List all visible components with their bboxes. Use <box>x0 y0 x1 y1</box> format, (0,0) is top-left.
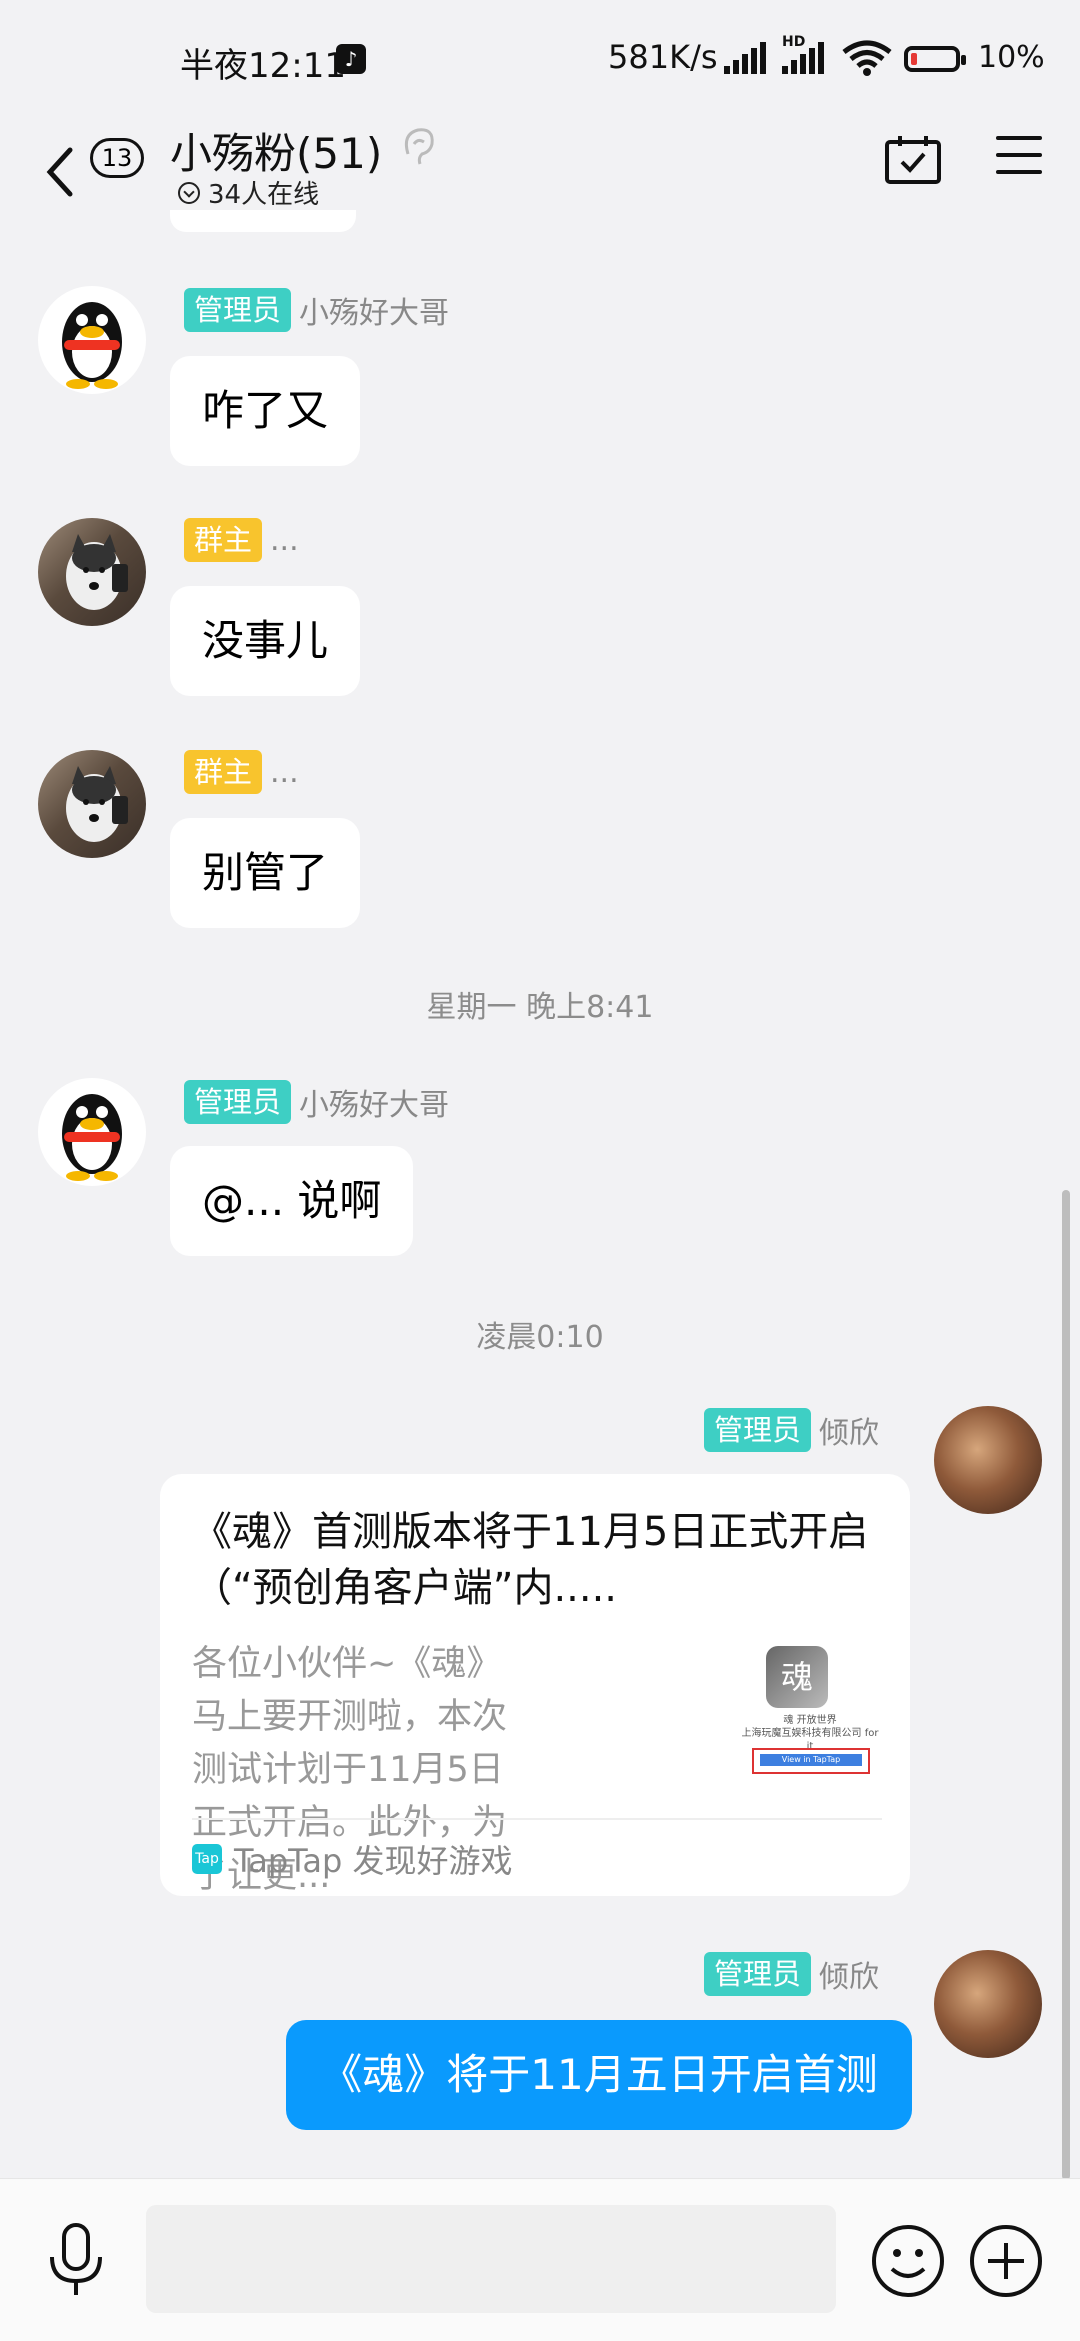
avatar[interactable] <box>38 286 146 394</box>
owner-badge: 群主 <box>184 750 263 794</box>
previous-message-bubble[interactable] <box>170 210 356 232</box>
status-time: 半夜12:11 <box>180 46 346 86</box>
online-count[interactable]: 34人在线 <box>178 174 319 211</box>
penguin-avatar-icon <box>62 302 122 389</box>
sender-name[interactable]: ... <box>270 523 299 558</box>
tiktok-icon: ♪ <box>336 44 366 74</box>
card-source-text: TapTap 发现好游戏 <box>234 1842 513 1880</box>
avatar[interactable] <box>934 1406 1042 1514</box>
avatar[interactable] <box>38 750 146 858</box>
sender-name[interactable]: 倾欣 <box>819 1952 879 1996</box>
message-bubble[interactable]: 没事儿 <box>170 586 361 696</box>
shared-link-card[interactable]: 《魂》首测版本将于11月5日正式开启（“预创角客户端”内..... 各位小伙伴~… <box>160 1474 910 1896</box>
card-source: Tap TapTap 发现好游戏 <box>192 1836 513 1882</box>
message-input[interactable] <box>146 2205 836 2313</box>
timestamp: 星期一 晚上8:41 <box>426 990 654 1025</box>
sender-name[interactable]: ... <box>270 755 299 790</box>
plus-icon[interactable] <box>968 2223 1044 2299</box>
sender-name[interactable]: 倾欣 <box>819 1408 879 1452</box>
message-bubble[interactable]: 咋了又 <box>170 356 361 466</box>
avatar[interactable] <box>934 1950 1042 2058</box>
online-text: 34人在线 <box>208 180 320 210</box>
sender-name[interactable]: 小殇好大哥 <box>299 288 449 332</box>
battery-icon <box>904 46 966 72</box>
back-arrow-icon[interactable] <box>40 134 90 204</box>
avatar[interactable] <box>38 518 146 626</box>
chat-header: 13 小殇粉(51) 34人在线 <box>0 120 1080 230</box>
taptap-icon: Tap <box>192 1844 222 1874</box>
network-speed: 581K/s <box>608 38 718 76</box>
signal-icon-2 <box>782 42 824 74</box>
message-bubble[interactable]: 《魂》将于11月五日开启首测 <box>286 2020 912 2130</box>
wifi-icon <box>842 40 892 76</box>
calendar-check-icon[interactable] <box>884 134 942 186</box>
online-chevron-icon <box>178 181 200 204</box>
avatar[interactable] <box>38 1078 146 1186</box>
dog-avatar-icon <box>66 534 128 610</box>
input-bar <box>0 2178 1080 2341</box>
ear-icon[interactable] <box>398 124 438 168</box>
menu-icon[interactable] <box>996 136 1042 187</box>
admin-badge: 管理员 <box>704 1408 812 1452</box>
status-bar: 半夜12:11 ♪ 581K/s HD 10% <box>0 0 1080 120</box>
message-bubble[interactable]: @... 说啊 <box>170 1146 414 1256</box>
thumbnail-caption-line: 魂 开放世界 <box>783 1715 837 1726</box>
group-title[interactable]: 小殇粉(51) <box>170 120 382 181</box>
admin-badge: 管理员 <box>704 1952 812 1996</box>
message-bubble[interactable]: 别管了 <box>170 818 361 928</box>
card-thumbnail: 魂 魂 开放世界 上海玩魔互娱科技有限公司 for it View in Tap… <box>740 1644 880 1780</box>
dog-avatar-icon <box>66 766 128 842</box>
penguin-avatar-icon <box>62 1094 122 1181</box>
signal-icon <box>724 42 766 74</box>
timestamp: 凌晨0:10 <box>476 1320 604 1355</box>
card-divider <box>192 1818 882 1820</box>
thumbnail-button: View in TapTap <box>752 1748 870 1774</box>
emoji-icon[interactable] <box>870 2223 946 2299</box>
game-app-icon: 魂 <box>766 1646 828 1708</box>
admin-badge: 管理员 <box>184 1080 292 1124</box>
admin-badge: 管理员 <box>184 288 292 332</box>
card-title: 《魂》首测版本将于11月5日正式开启（“预创角客户端”内..... <box>192 1509 869 1611</box>
battery-percent: 10% <box>978 40 1045 75</box>
thumbnail-button-label: View in TapTap <box>760 1754 862 1766</box>
microphone-icon[interactable] <box>46 2223 106 2299</box>
sender-name[interactable]: 小殇好大哥 <box>299 1080 449 1124</box>
owner-badge: 群主 <box>184 518 263 562</box>
unread-count-badge[interactable]: 13 <box>90 138 144 178</box>
